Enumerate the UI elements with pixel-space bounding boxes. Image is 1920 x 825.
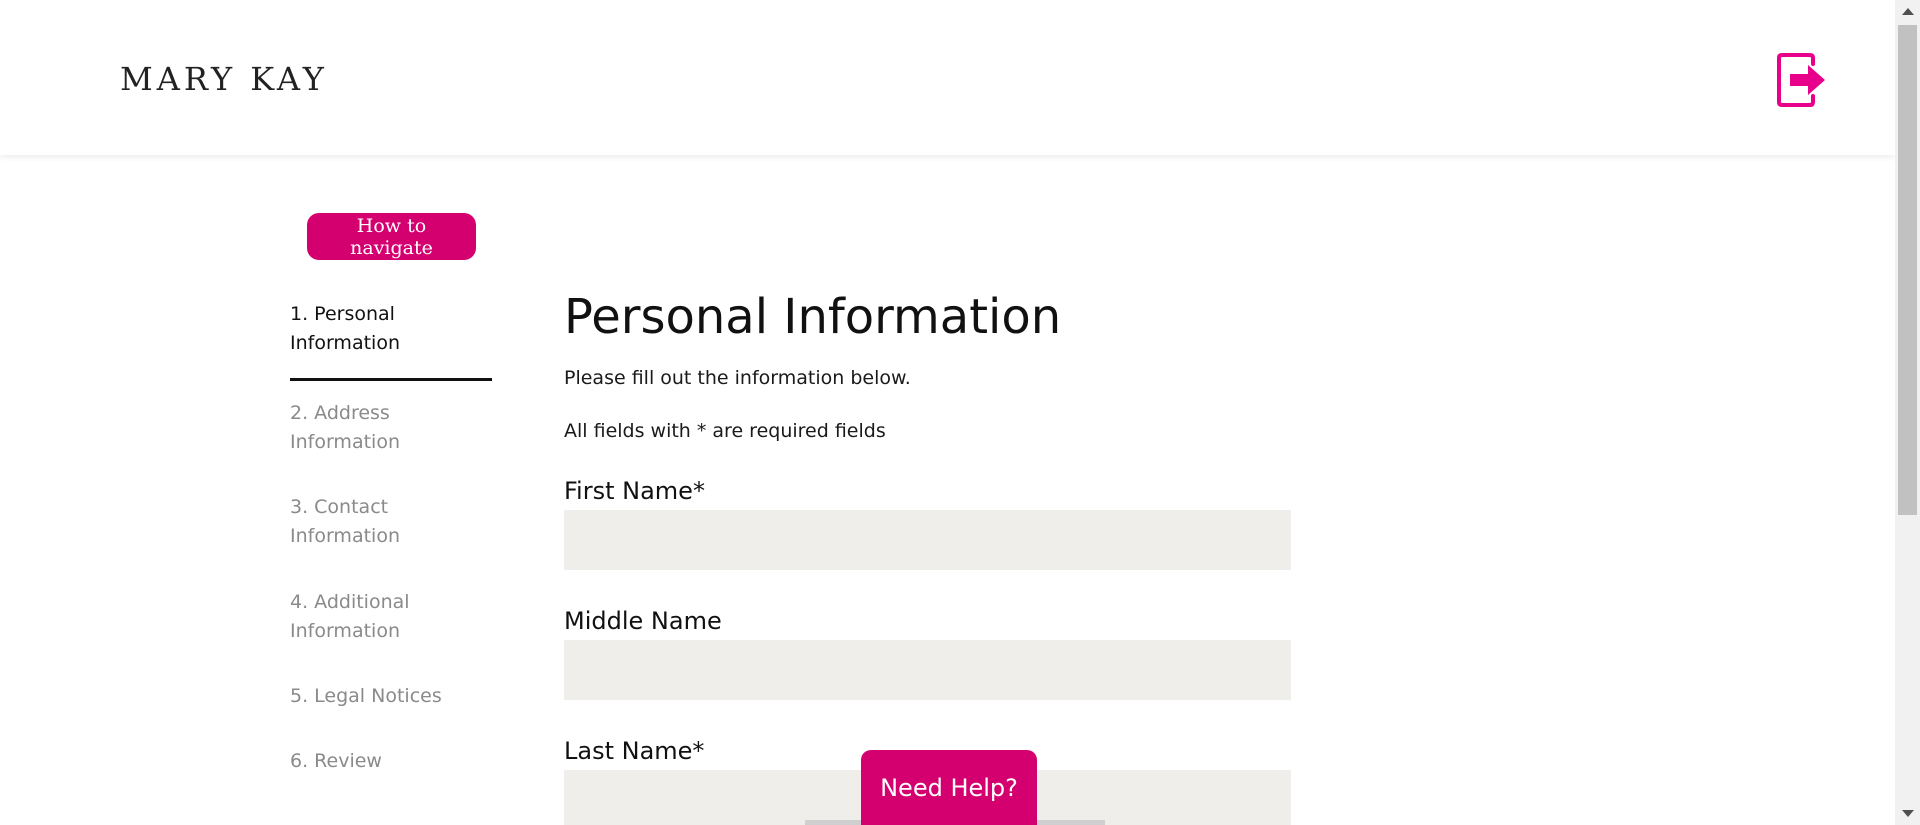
- middle-name-input[interactable]: [564, 640, 1291, 700]
- middle-name-group: Middle Name: [564, 605, 1291, 700]
- step-contact-information[interactable]: 3. Contact Information: [290, 493, 492, 551]
- personal-information-form: Personal Information Please fill out the…: [564, 285, 1291, 825]
- page-title: Personal Information: [564, 289, 1062, 345]
- step-legal-notices[interactable]: 5. Legal Notices: [290, 682, 492, 711]
- form-intro-text: Please fill out the information below.: [564, 367, 911, 389]
- middle-name-label: Middle Name: [564, 607, 722, 635]
- logout-button[interactable]: [1775, 52, 1831, 108]
- logout-icon: [1777, 53, 1825, 107]
- first-name-label: First Name*: [564, 477, 705, 505]
- required-fields-note: All fields with * are required fields: [564, 420, 886, 442]
- page: MARY KAY How to navigate 1. Personal Inf…: [0, 0, 1920, 825]
- how-to-navigate-button[interactable]: How to navigate: [307, 213, 476, 260]
- scroll-up-arrow-icon[interactable]: [1902, 8, 1914, 15]
- site-header: MARY KAY: [0, 0, 1895, 155]
- first-name-input[interactable]: [564, 510, 1291, 570]
- mary-kay-logo[interactable]: MARY KAY: [120, 60, 328, 98]
- scroll-down-arrow-icon[interactable]: [1902, 810, 1914, 817]
- need-help-button[interactable]: Need Help?: [861, 750, 1037, 825]
- step-additional-information[interactable]: 4. Additional Information: [290, 588, 492, 646]
- first-name-group: First Name*: [564, 475, 1291, 570]
- vertical-scrollbar[interactable]: [1895, 0, 1920, 825]
- step-address-information[interactable]: 2. Address Information: [290, 399, 492, 457]
- scrollbar-thumb[interactable]: [1898, 25, 1917, 515]
- step-review[interactable]: 6. Review: [290, 747, 492, 776]
- step-personal-information[interactable]: 1. Personal Information: [290, 300, 492, 381]
